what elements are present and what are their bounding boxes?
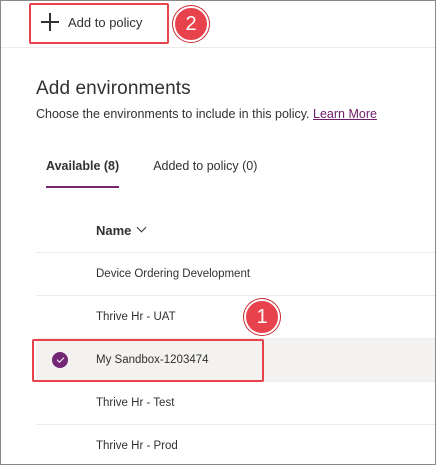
callout-number-2: 2: [173, 6, 209, 42]
name-column-label: Name: [96, 223, 132, 238]
callout-number-1: 1: [244, 299, 280, 335]
tab-list: Available (8) Added to policy (0): [46, 159, 257, 188]
table-row[interactable]: Thrive Hr - Prod: [36, 424, 435, 464]
page-title: Add environments: [36, 78, 191, 99]
add-to-policy-label: Add to policy: [68, 14, 143, 30]
checkmark-circle-icon[interactable]: [52, 352, 68, 368]
environment-name: My Sandbox-1203474: [96, 354, 209, 366]
name-column-header[interactable]: Name: [96, 223, 147, 238]
panel-frame: Add to policy 2 Add environments Choose …: [0, 0, 436, 465]
tab-added-to-policy[interactable]: Added to policy (0): [153, 159, 257, 187]
add-to-policy-button[interactable]: Add to policy: [41, 9, 142, 35]
environment-name: Thrive Hr - UAT: [96, 311, 176, 323]
chevron-down-icon: [137, 224, 147, 234]
page-description: Choose the environments to include in th…: [36, 107, 377, 121]
table-row[interactable]: Thrive Hr - Test: [36, 381, 435, 424]
environment-name: Thrive Hr - Prod: [96, 440, 178, 452]
description-text: Choose the environments to include in th…: [36, 107, 310, 121]
environment-name: Thrive Hr - Test: [96, 397, 175, 409]
learn-more-link[interactable]: Learn More: [313, 107, 377, 121]
environment-name: Device Ordering Development: [96, 268, 251, 280]
plus-icon: [41, 13, 59, 31]
table-row[interactable]: Device Ordering Development: [36, 252, 435, 295]
command-bar: Add to policy: [1, 1, 435, 48]
tab-available[interactable]: Available (8): [46, 159, 120, 188]
table-row[interactable]: Thrive Hr - UAT: [36, 295, 435, 338]
table-row-selected[interactable]: My Sandbox-1203474: [36, 338, 435, 381]
environment-list: Device Ordering Development Thrive Hr - …: [36, 252, 435, 464]
